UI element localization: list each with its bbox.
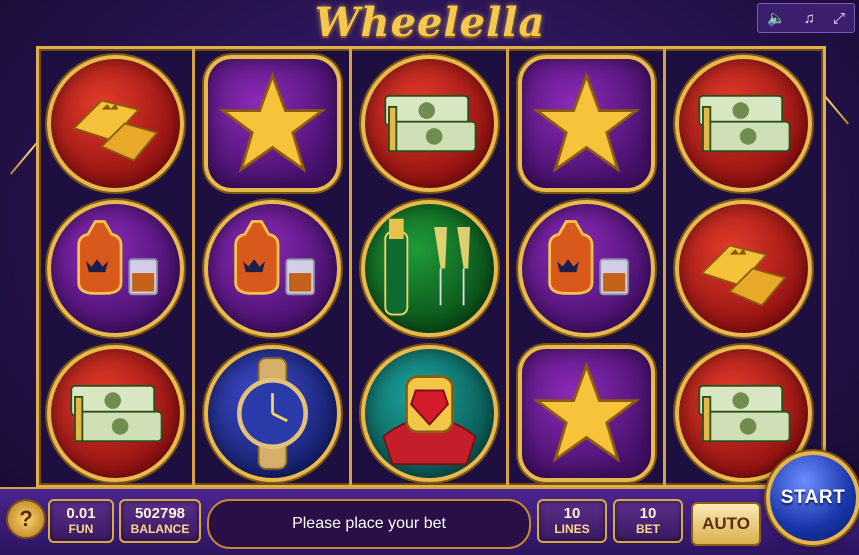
reel-cell: [359, 53, 500, 194]
cognac-symbol-icon: [204, 200, 341, 337]
fullscreen-icon[interactable]: ⤢: [833, 10, 845, 27]
reel-cell: [516, 198, 657, 339]
watch-symbol-icon: [204, 345, 341, 482]
star-symbol-icon: [518, 345, 655, 482]
reel-cell: [673, 198, 814, 339]
reel-cell: [45, 53, 186, 194]
reel-2: [196, 49, 352, 485]
reel-1: [39, 49, 195, 485]
game-title: Wheelella: [314, 0, 546, 46]
lines-value: 10: [563, 505, 581, 522]
reel-3: [353, 49, 509, 485]
reel-cell: [516, 343, 657, 484]
coin-label: FUN: [68, 522, 94, 536]
cognac-symbol-icon: [47, 200, 184, 337]
star-symbol-icon: [518, 55, 655, 192]
gold-bars-symbol-icon: [47, 55, 184, 192]
reel-cell: [202, 198, 343, 339]
coin-value-button[interactable]: 0.01 FUN: [48, 499, 114, 543]
reel-cell: [45, 343, 186, 484]
lines-label: LINES: [554, 522, 590, 536]
balance-display: 502798 BALANCE: [119, 499, 201, 543]
top-controls: 🔈 ♫ ⤢: [757, 3, 855, 33]
reel-cell: [202, 343, 343, 484]
start-button[interactable]: START: [766, 451, 859, 545]
status-message: Please place your bet: [207, 499, 531, 549]
gold-bars-symbol-icon: [675, 200, 812, 337]
ring-symbol-icon: [361, 345, 498, 482]
reel-cell: [45, 198, 186, 339]
reel-cell: [673, 53, 814, 194]
reel-4: [510, 49, 666, 485]
bet-label: BET: [636, 522, 660, 536]
reel-5: [667, 49, 820, 485]
cash-stack-symbol-icon: [675, 55, 812, 192]
speaker-icon[interactable]: 🔈: [767, 9, 786, 27]
reel-cell: [202, 53, 343, 194]
cash-stack-symbol-icon: [47, 345, 184, 482]
reel-cell: [359, 198, 500, 339]
help-button[interactable]: ?: [6, 499, 46, 539]
coin-value: 0.01: [66, 505, 96, 522]
reel-area: [36, 46, 826, 488]
cognac-symbol-icon: [518, 200, 655, 337]
balance-label: BALANCE: [130, 522, 190, 536]
star-symbol-icon: [204, 55, 341, 192]
bet-button[interactable]: 10 BET: [613, 499, 683, 543]
balance-value: 502798: [134, 505, 186, 522]
lines-button[interactable]: 10 LINES: [537, 499, 607, 543]
music-note-icon[interactable]: ♫: [804, 10, 815, 27]
reel-cell: [359, 343, 500, 484]
champagne-symbol-icon: [361, 200, 498, 337]
auto-button[interactable]: AUTO: [691, 502, 761, 546]
bet-value: 10: [639, 505, 657, 522]
cash-stack-symbol-icon: [361, 55, 498, 192]
reel-cell: [516, 53, 657, 194]
